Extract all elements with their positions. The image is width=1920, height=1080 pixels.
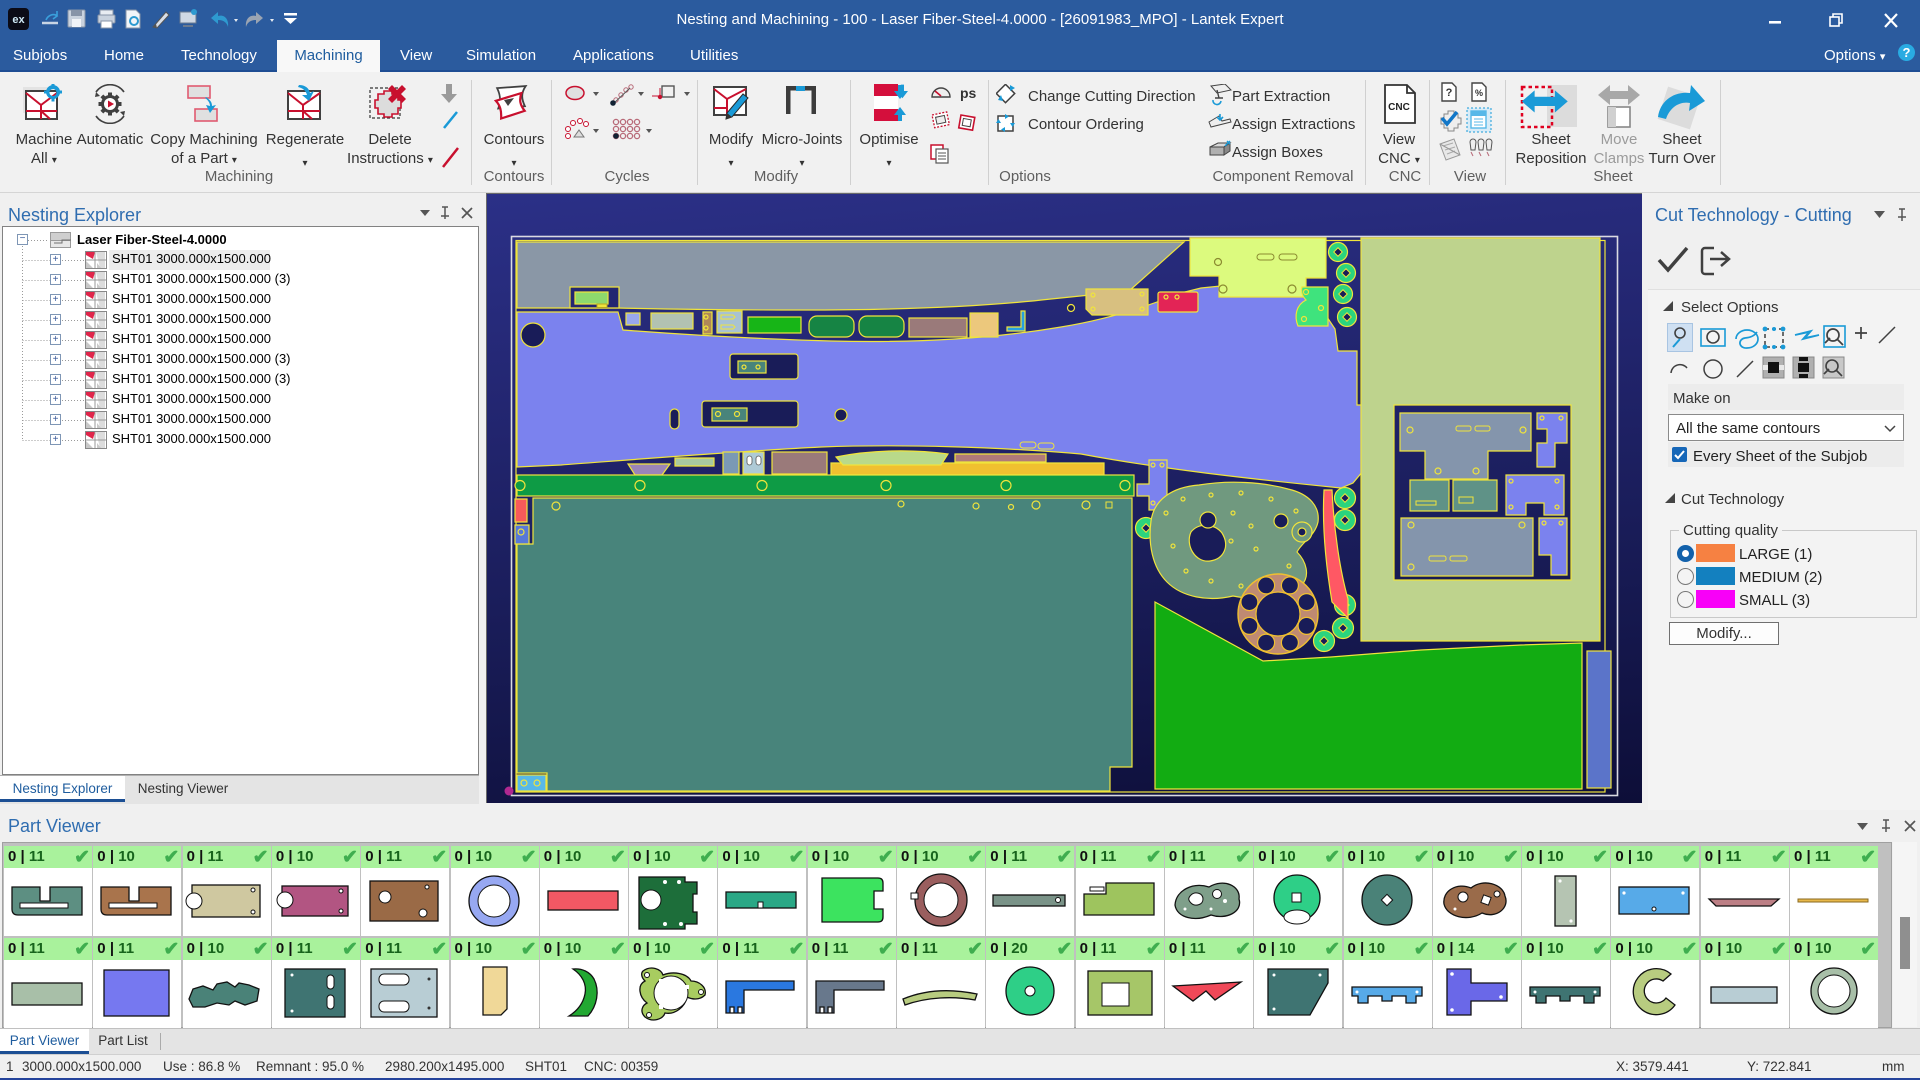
svg-text:CNC: CNC: [1388, 102, 1410, 113]
svg-text:ps: ps: [960, 85, 977, 101]
svg-text:%: %: [1475, 88, 1483, 98]
svg-text:?: ?: [1446, 87, 1453, 99]
